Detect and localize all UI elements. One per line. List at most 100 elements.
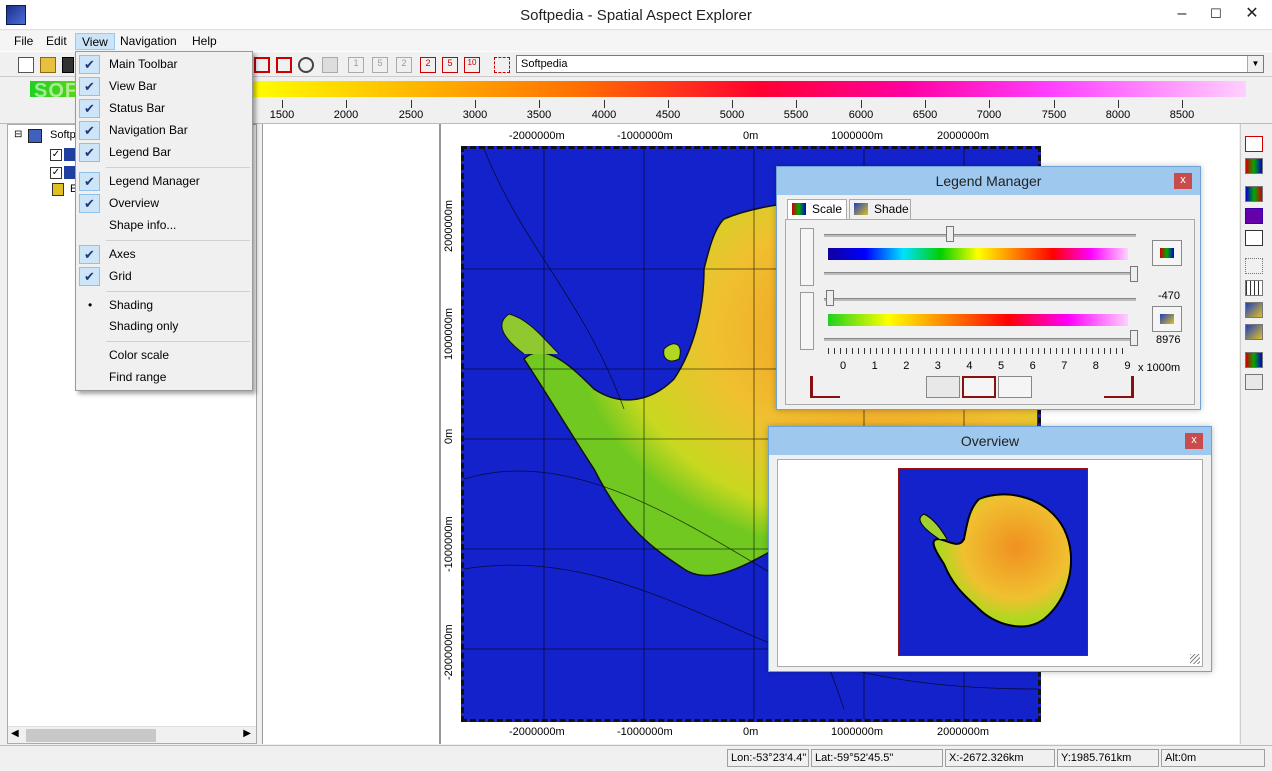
checkmark-icon: ✔ bbox=[79, 194, 100, 213]
view-menu-item-color-scale[interactable]: Color scale bbox=[76, 345, 252, 366]
ruler-tick-label: 7 bbox=[1061, 360, 1068, 372]
legend-tab-panel: -470 8976 0 1 2 3 4 5 6 7 8 9 x 1000m bbox=[785, 219, 1195, 405]
zoom-5-icon[interactable]: 5 bbox=[372, 57, 388, 73]
max-slider-track[interactable] bbox=[824, 338, 1136, 341]
view-menu-item-main-toolbar[interactable]: ✔ Main Toolbar bbox=[76, 54, 252, 75]
new-file-icon[interactable] bbox=[18, 57, 34, 73]
shade-only-icon[interactable] bbox=[1245, 324, 1263, 340]
tree-expand-icon[interactable]: ⊟ bbox=[14, 129, 22, 140]
top-slider-thumb[interactable] bbox=[946, 226, 954, 242]
scale-vslider[interactable] bbox=[800, 228, 814, 286]
scale-label: 5500 bbox=[783, 109, 809, 121]
top-axis-label: -2000000m bbox=[509, 130, 565, 142]
view-menu-item-legend-manager[interactable]: ✔ Legend Manager bbox=[76, 171, 252, 192]
menu-file[interactable]: File bbox=[8, 33, 39, 50]
range-left-icon[interactable] bbox=[810, 376, 840, 398]
zoom-window-icon[interactable] bbox=[276, 57, 292, 73]
zoom-2-icon[interactable]: 2 bbox=[396, 57, 412, 73]
view-menu-item-status-bar[interactable]: ✔ Status Bar bbox=[76, 98, 252, 119]
zoom-2b-icon[interactable]: 2 bbox=[420, 57, 436, 73]
resize-grip-icon[interactable] bbox=[1190, 654, 1200, 664]
zoom-select-icon[interactable] bbox=[254, 57, 270, 73]
view-menu-item-navigation-bar[interactable]: ✔ Navigation Bar bbox=[76, 120, 252, 141]
tree-scrollbar[interactable]: ◀ ▶ bbox=[8, 726, 256, 743]
overview-close-button[interactable]: x bbox=[1185, 433, 1203, 449]
select-area-icon[interactable] bbox=[1245, 258, 1263, 274]
scroll-left-icon[interactable]: ◀ bbox=[11, 728, 19, 739]
layers-icon[interactable] bbox=[1245, 208, 1263, 224]
minimize-button[interactable]: – bbox=[1166, 0, 1198, 30]
ruler-unit: x 1000m bbox=[1138, 362, 1181, 374]
top-slider-track[interactable] bbox=[824, 234, 1136, 237]
table-icon[interactable] bbox=[1245, 230, 1263, 246]
fit-max-button[interactable] bbox=[998, 376, 1032, 398]
scroll-right-icon[interactable]: ▶ bbox=[243, 728, 251, 739]
grid-icon[interactable] bbox=[1245, 280, 1263, 296]
layer-1-checkbox[interactable]: ✓ bbox=[50, 149, 62, 161]
ruler-tick-label: 6 bbox=[1029, 360, 1036, 372]
overview-map[interactable] bbox=[898, 468, 1088, 656]
open-folder-icon[interactable] bbox=[40, 57, 56, 73]
zoom-5b-icon[interactable]: 5 bbox=[442, 57, 458, 73]
menu-edit[interactable]: Edit bbox=[40, 33, 73, 50]
view-menu-item-axes[interactable]: ✔ Axes bbox=[76, 244, 252, 265]
color-bars-icon[interactable] bbox=[1245, 158, 1263, 174]
fit-min-button[interactable] bbox=[926, 376, 960, 398]
view-menu-item-overview[interactable]: ✔ Overview bbox=[76, 193, 252, 214]
range-right-icon[interactable] bbox=[1104, 376, 1134, 398]
view-menu-item-legend-bar[interactable]: ✔ Legend Bar bbox=[76, 142, 252, 163]
ruler-tick-label: 0 bbox=[840, 360, 847, 372]
scale-tick bbox=[732, 100, 733, 108]
tab-shade[interactable]: Shade bbox=[849, 199, 911, 219]
scale-icon[interactable] bbox=[1245, 352, 1263, 368]
scroll-thumb[interactable] bbox=[26, 729, 156, 742]
menu-item-label: Main Toolbar bbox=[109, 57, 178, 71]
fit-range-button[interactable] bbox=[962, 376, 996, 398]
scale-label: 7500 bbox=[1041, 109, 1067, 121]
apply-scale-button[interactable] bbox=[1152, 240, 1182, 266]
menu-item-label: Find range bbox=[109, 370, 167, 384]
full-gradient bbox=[828, 248, 1128, 260]
zoom-10-icon[interactable]: 10 bbox=[464, 57, 480, 73]
legend-manager-close-button[interactable]: x bbox=[1174, 173, 1192, 189]
view-menu-item-shading[interactable]: • Shading bbox=[76, 295, 252, 316]
mid-slider-thumb[interactable] bbox=[1130, 266, 1138, 282]
top-axis-label: -1000000m bbox=[617, 130, 673, 142]
camera-icon[interactable] bbox=[322, 57, 338, 73]
zoom-1-icon[interactable]: 1 bbox=[348, 57, 364, 73]
menu-navigation[interactable]: Navigation bbox=[114, 33, 183, 50]
save-icon[interactable] bbox=[62, 57, 74, 73]
maximize-button[interactable]: ☐ bbox=[1200, 0, 1232, 30]
menu-separator bbox=[106, 240, 250, 241]
shade-vslider[interactable] bbox=[800, 292, 814, 350]
max-slider-thumb[interactable] bbox=[1130, 330, 1138, 346]
view-menu-item-grid[interactable]: ✔ Grid bbox=[76, 266, 252, 287]
min-slider-track[interactable] bbox=[824, 298, 1136, 301]
shade-icon[interactable] bbox=[1245, 302, 1263, 318]
layer-2-checkbox[interactable]: ✓ bbox=[50, 167, 62, 179]
terrain-button[interactable] bbox=[1152, 306, 1182, 332]
view-menu-item-shape-info[interactable]: Shape info... bbox=[76, 215, 252, 236]
view-menu-item-view-bar[interactable]: ✔ View Bar bbox=[76, 76, 252, 97]
find-range-icon[interactable] bbox=[1245, 374, 1263, 390]
mid-slider-track[interactable] bbox=[824, 272, 1136, 275]
tab-scale[interactable]: Scale bbox=[787, 199, 847, 219]
layer-combo[interactable]: Softpedia ▼ bbox=[516, 55, 1264, 73]
zoom-search-icon[interactable] bbox=[298, 57, 314, 73]
view-menu-item-shading-only[interactable]: Shading only bbox=[76, 316, 252, 337]
checkmark-icon: ✔ bbox=[79, 143, 100, 162]
palette-icon[interactable] bbox=[1245, 186, 1263, 202]
menu-help[interactable]: Help bbox=[186, 33, 223, 50]
chevron-down-icon[interactable]: ▼ bbox=[1247, 56, 1263, 72]
view-menu-item-find-range[interactable]: Find range bbox=[76, 367, 252, 388]
checkmark-icon: ✔ bbox=[79, 172, 100, 191]
active-gradient bbox=[828, 314, 1128, 326]
close-button[interactable]: ✕ bbox=[1236, 0, 1268, 30]
min-slider-thumb[interactable] bbox=[826, 290, 834, 306]
record-icon[interactable] bbox=[1245, 136, 1263, 152]
bottom-axis-label: 2000000m bbox=[937, 726, 989, 738]
tree-root-label[interactable]: Softp bbox=[50, 129, 76, 141]
menu-view[interactable]: View bbox=[75, 33, 115, 50]
left-axis-label: -1000000m bbox=[443, 516, 455, 572]
extent-icon[interactable] bbox=[494, 57, 510, 73]
